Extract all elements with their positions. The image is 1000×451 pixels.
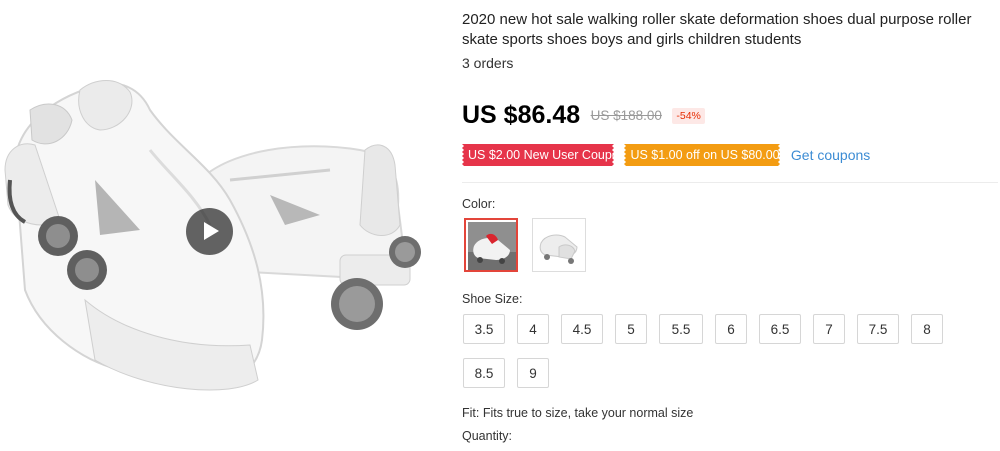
size-option[interactable]: 8 <box>911 314 943 344</box>
size-option[interactable]: 8.5 <box>463 358 505 388</box>
order-count: 3 orders <box>462 55 514 71</box>
product-title: 2020 new hot sale walking roller skate d… <box>462 11 972 48</box>
size-option[interactable]: 4.5 <box>561 314 603 344</box>
current-price: US $86.48 <box>462 101 581 129</box>
size-option[interactable]: 4 <box>517 314 549 344</box>
price-row: US $86.48 US $188.00 -54% <box>462 101 705 131</box>
size-option[interactable]: 9 <box>517 358 549 388</box>
quantity-label: Quantity: <box>462 429 513 443</box>
size-option[interactable]: 6.5 <box>759 314 801 344</box>
fit-note: Fit: Fits true to size, take your normal… <box>462 406 694 420</box>
coupon-row: US $2.00 New User Coupon US $1.00 off on… <box>462 144 870 166</box>
size-option[interactable]: 3.5 <box>463 314 505 344</box>
get-coupons-link[interactable]: Get coupons <box>791 147 870 163</box>
shoe-size-label: Shoe Size: <box>462 292 523 306</box>
shoe-thumbnail-red <box>468 222 516 270</box>
coupon-store-discount[interactable]: US $1.00 off on US $80.00 <box>624 144 781 166</box>
shoe-thumbnail-silver <box>535 221 583 269</box>
play-video-button[interactable] <box>186 208 233 255</box>
size-option[interactable]: 7 <box>813 314 845 344</box>
original-price: US $188.00 <box>590 108 662 123</box>
size-option[interactable]: 5 <box>615 314 647 344</box>
size-option[interactable]: 7.5 <box>857 314 899 344</box>
size-option[interactable]: 5.5 <box>659 314 703 344</box>
divider <box>462 182 998 183</box>
product-image[interactable] <box>0 0 440 451</box>
color-option-white-red[interactable] <box>464 218 518 272</box>
size-option[interactable]: 6 <box>715 314 747 344</box>
coupon-new-user[interactable]: US $2.00 New User Coupon <box>462 144 626 166</box>
discount-badge: -54% <box>672 107 705 124</box>
color-option-white-silver[interactable] <box>532 218 586 272</box>
play-icon <box>204 222 219 240</box>
color-label: Color: <box>462 197 496 211</box>
